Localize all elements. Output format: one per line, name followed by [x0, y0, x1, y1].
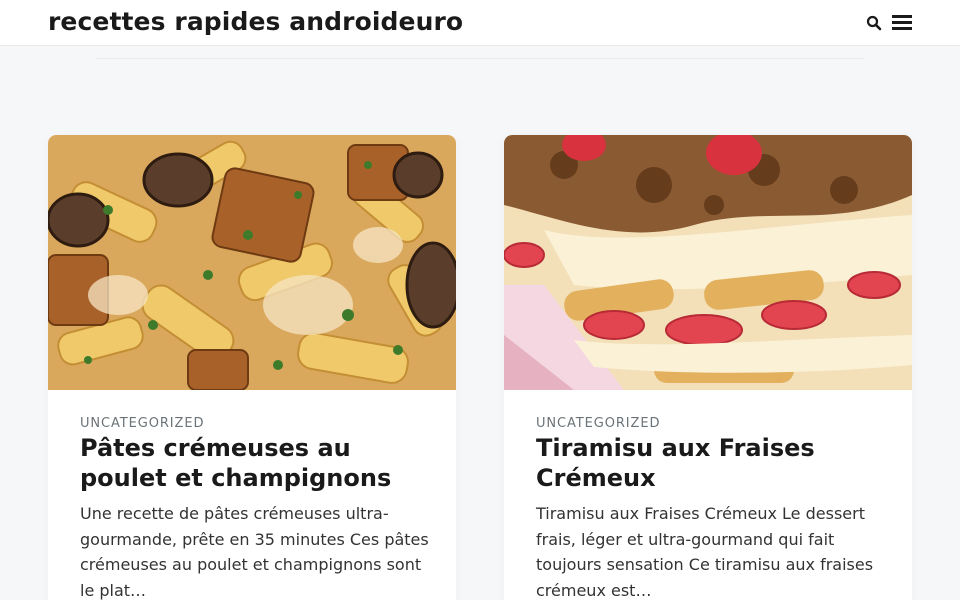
post-card: UNCATEGORIZED Pâtes crémeuses au poulet …	[48, 135, 456, 600]
post-thumbnail[interactable]	[48, 135, 456, 390]
post-excerpt: Une recette de pâtes crémeuses ultra-gou…	[80, 504, 429, 600]
menu-bar	[892, 21, 912, 24]
post-card: UNCATEGORIZED Tiramisu aux Fraises Créme…	[504, 135, 912, 600]
post-category[interactable]: UNCATEGORIZED	[536, 416, 660, 431]
hamburger-menu-icon[interactable]	[890, 13, 914, 33]
post-category[interactable]: UNCATEGORIZED	[80, 416, 204, 431]
site-header: recettes rapides androideuro	[0, 0, 960, 46]
menu-bar	[892, 15, 912, 18]
post-excerpt: Tiramisu aux Fraises Crémeux Le dessert …	[536, 504, 874, 600]
menu-bar	[892, 27, 912, 30]
post-title[interactable]: Tiramisu aux Fraises Crémeux	[536, 433, 892, 493]
site-title[interactable]: recettes rapides androideuro	[48, 7, 463, 36]
section-divider	[96, 58, 864, 59]
post-thumbnail[interactable]	[504, 135, 912, 390]
post-title[interactable]: Pâtes crémeuses au poulet et champignons	[80, 433, 436, 493]
search-icon[interactable]	[865, 13, 883, 33]
